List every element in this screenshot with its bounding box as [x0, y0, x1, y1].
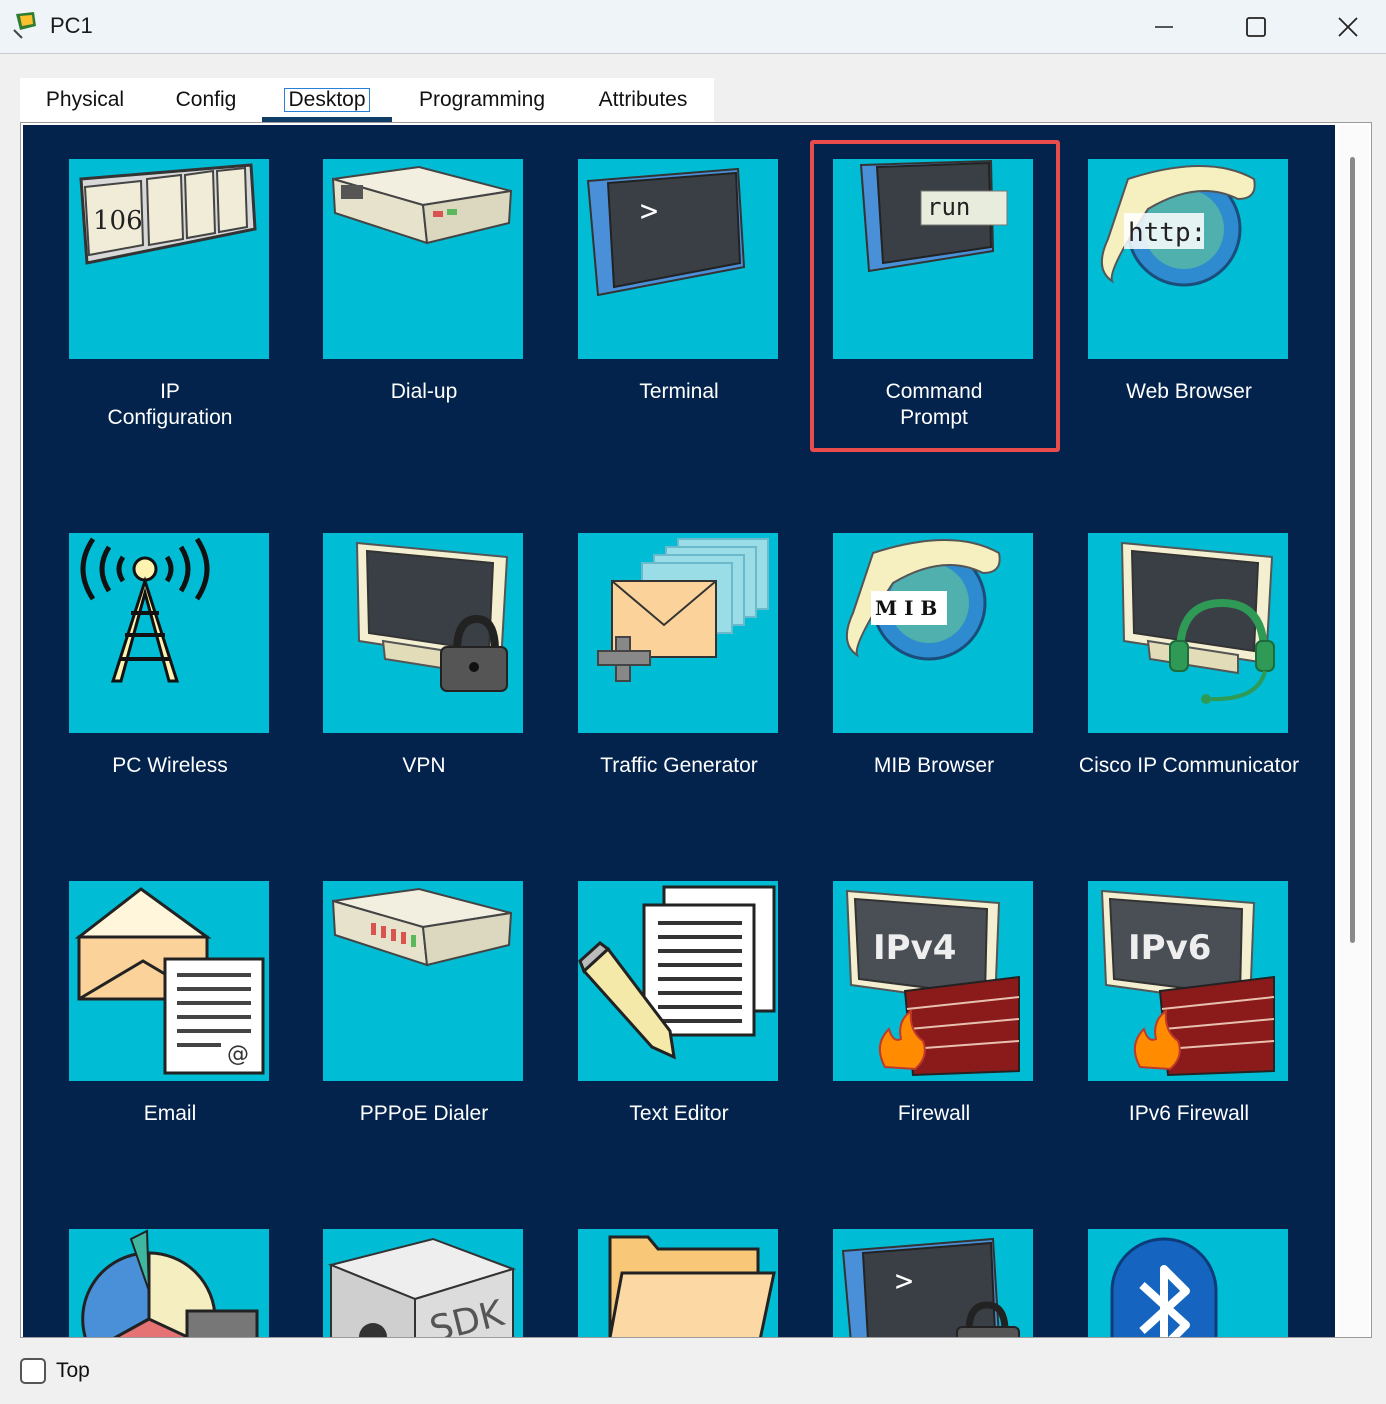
- ip-config-icon: 106: [79, 163, 257, 265]
- firewall-v6-icon: IPv6: [1100, 889, 1275, 1077]
- tab-bar: Physical Config Desktop Programming Attr…: [20, 78, 714, 122]
- app-label: PPPoE Dialer: [359, 1102, 489, 1125]
- mib-browser-icon: M I B: [846, 539, 1001, 661]
- top-checkbox[interactable]: [20, 1358, 46, 1384]
- command-prompt-highlight: [810, 140, 1060, 452]
- vpn-lock-icon: [355, 541, 509, 692]
- web-browser-icon: http:: [1101, 165, 1256, 287]
- tab-physical[interactable]: Physical: [20, 78, 150, 122]
- desktop-panel: 106 IP Configuration Dial-up > Terminal …: [20, 122, 1372, 1338]
- app-label: Web Browser: [1126, 380, 1252, 403]
- folder-icon: [608, 1235, 776, 1337]
- tab-desktop[interactable]: Desktop: [262, 78, 392, 122]
- close-icon: [1338, 17, 1358, 37]
- svg-text:http:: http:: [1128, 218, 1206, 248]
- app-label: IP Configuration: [107, 380, 233, 429]
- sdk-box-icon: SDK: [327, 1237, 517, 1337]
- footer: Top: [20, 1356, 90, 1386]
- bluetooth-icon: [1110, 1237, 1218, 1337]
- svg-text:M I B: M I B: [875, 596, 937, 620]
- app-label: Text Editor: [629, 1102, 729, 1125]
- tab-programming[interactable]: Programming: [392, 78, 572, 122]
- firewall-icon: IPv4: [845, 889, 1020, 1077]
- app-label: Firewall: [897, 1102, 971, 1125]
- tab-attributes[interactable]: Attributes: [572, 78, 714, 122]
- app-label: VPN: [402, 754, 446, 777]
- traffic-generator-icon: [597, 538, 769, 682]
- desktop-area: 106 IP Configuration Dial-up > Terminal …: [23, 125, 1335, 1337]
- app-label: PC Wireless: [112, 754, 228, 777]
- app-label: Terminal: [639, 380, 719, 403]
- terminal-icon: >: [586, 167, 746, 297]
- svg-text:@: @: [227, 1042, 249, 1067]
- close-button[interactable]: [1302, 0, 1386, 54]
- app-label: Dial-up: [390, 380, 458, 403]
- maximize-button[interactable]: [1210, 0, 1302, 54]
- wireless-tower-icon: [80, 537, 210, 683]
- svg-text:>: >: [895, 1264, 913, 1299]
- app-label: Email: [143, 1102, 197, 1125]
- packet-tracer-icon: [13, 12, 36, 39]
- tab-config[interactable]: Config: [150, 78, 262, 122]
- svg-text:>: >: [640, 194, 658, 229]
- title-bar: PC1: [0, 0, 1386, 54]
- svg-text:IPv4: IPv4: [873, 928, 956, 968]
- minimize-icon: [1155, 26, 1173, 28]
- vertical-scrollbar[interactable]: [1339, 125, 1369, 1337]
- svg-text:IPv6: IPv6: [1128, 928, 1211, 968]
- svg-text:106: 106: [93, 206, 143, 236]
- scrollbar-thumb[interactable]: [1350, 157, 1355, 943]
- netflow-chart-icon: [81, 1229, 259, 1337]
- modem-icon: [331, 165, 513, 245]
- pppoe-dialer-icon: [331, 887, 513, 967]
- app-label: Traffic Generator: [600, 754, 758, 777]
- app-label: MIB Browser: [873, 754, 995, 777]
- app-label: Cisco IP Communicator: [1078, 754, 1300, 777]
- ssh-terminal-icon: >: [841, 1237, 1020, 1337]
- headset-monitor-icon: [1120, 541, 1275, 704]
- app-label: IPv6 Firewall: [1128, 1102, 1250, 1125]
- minimize-button[interactable]: [1118, 0, 1210, 54]
- text-editor-icon: [578, 885, 776, 1060]
- email-icon: @: [74, 887, 265, 1075]
- window-title: PC1: [50, 13, 93, 38]
- maximize-icon: [1246, 17, 1266, 37]
- top-checkbox-label: Top: [56, 1359, 90, 1382]
